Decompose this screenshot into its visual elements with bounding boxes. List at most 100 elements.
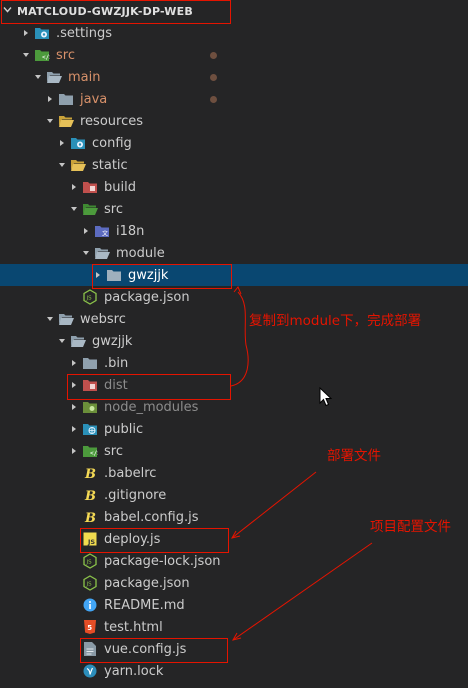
- tree-item-label: .gitignore: [104, 487, 167, 503]
- js-file-icon: JS: [82, 531, 98, 547]
- tree-item-settings[interactable]: .settings: [0, 22, 468, 44]
- tree-item-label: resources: [80, 113, 144, 129]
- chevron-down-icon[interactable]: [56, 330, 68, 352]
- deploy-file-annotation: 部署文件: [327, 448, 381, 464]
- chevron-down-icon[interactable]: [20, 44, 32, 66]
- git-modified-dot: [210, 51, 217, 59]
- chevron-right-icon[interactable]: [92, 264, 104, 286]
- tree-item-module[interactable]: module: [0, 242, 468, 264]
- tree-item-main[interactable]: main: [0, 66, 468, 88]
- chevron-right-icon[interactable]: [68, 396, 80, 418]
- chevron-down-icon[interactable]: [56, 154, 68, 176]
- chevron-right-icon[interactable]: [68, 374, 80, 396]
- folder-open-icon: [94, 245, 110, 261]
- tree-item-label: babel.config.js: [104, 509, 199, 525]
- chevron-down-icon[interactable]: [68, 198, 80, 220]
- babel-file-icon: B: [82, 509, 98, 525]
- chevron-down-icon: [3, 5, 12, 17]
- tree-item-java[interactable]: java: [0, 88, 468, 110]
- chevron-right-icon[interactable]: [80, 220, 92, 242]
- tree-item-label: .settings: [56, 25, 112, 41]
- info-file-icon: [82, 597, 98, 613]
- tree-item-vue-config[interactable]: vue.config.js: [0, 638, 468, 660]
- folder-icon: [58, 91, 74, 107]
- chevron-down-icon[interactable]: [80, 242, 92, 264]
- chevron-down-icon[interactable]: [44, 110, 56, 132]
- project-config-annotation: 项目配置文件: [370, 519, 451, 535]
- git-modified-dot: [210, 95, 217, 103]
- tree-item-label: yarn.lock: [104, 663, 164, 679]
- svg-text:文: 文: [102, 230, 108, 238]
- tree-item-label: static: [92, 157, 128, 173]
- chevron-right-icon[interactable]: [20, 22, 32, 44]
- copy-to-module-annotation: 复制到module下，完成部署: [249, 313, 422, 329]
- tree-item-label: .babelrc: [104, 465, 157, 481]
- src-folder-icon: </>: [34, 47, 50, 63]
- i18n-folder-icon: 文: [94, 223, 110, 239]
- folder-icon: [82, 355, 98, 371]
- chevron-right-icon[interactable]: [68, 440, 80, 462]
- svg-text:JS: JS: [87, 538, 95, 546]
- nodejs-file-icon: JS: [82, 289, 98, 305]
- tree-item-label: dist: [104, 377, 128, 393]
- tree-item-yarn-lock[interactable]: yarn.lock: [0, 660, 468, 682]
- babel-file-icon: B: [82, 487, 98, 503]
- chevron-right-icon[interactable]: [68, 418, 80, 440]
- tree-item-label: test.html: [104, 619, 163, 635]
- tree-item-package-json-web[interactable]: JS package.json: [0, 572, 468, 594]
- chevron-right-icon[interactable]: [56, 132, 68, 154]
- git-modified-dot: [210, 73, 217, 81]
- svg-text:B: B: [84, 467, 96, 481]
- tree-item-src-web[interactable]: </> src: [0, 440, 468, 462]
- tree-item-label: build: [104, 179, 136, 195]
- tree-item-package-lock-json[interactable]: JS package-lock.json: [0, 550, 468, 572]
- tree-item-label: package.json: [104, 575, 190, 591]
- tree-item-label: src: [104, 201, 123, 217]
- project-title: MATCLOUD-GWZJJK-DP-WEB: [17, 4, 193, 18]
- tree-item-label: src: [56, 47, 75, 63]
- svg-text:JS: JS: [86, 582, 93, 588]
- tree-item-label: i18n: [116, 223, 145, 239]
- nodejs-file-icon: JS: [82, 575, 98, 591]
- tree-item-package-json[interactable]: JS package.json: [0, 286, 468, 308]
- src-folder-icon: </>: [82, 443, 98, 459]
- tree-item-build[interactable]: build: [0, 176, 468, 198]
- explorer-project-header[interactable]: MATCLOUD-GWZJJK-DP-WEB: [0, 0, 468, 22]
- src-folder-icon: [82, 201, 98, 217]
- chevron-right-icon[interactable]: [68, 176, 80, 198]
- chevron-down-icon[interactable]: [32, 66, 44, 88]
- tree-item-i18n[interactable]: 文 i18n: [0, 220, 468, 242]
- svg-text:JS: JS: [86, 296, 93, 302]
- folder-open-icon: [46, 69, 62, 85]
- tree-item-label: module: [116, 245, 165, 261]
- folder-open-icon: [58, 113, 74, 129]
- tree-item-resources[interactable]: resources: [0, 110, 468, 132]
- config-file-icon: [82, 641, 98, 657]
- tree-item-label: public: [104, 421, 144, 437]
- tree-item-label: node_modules: [104, 399, 199, 415]
- settings-folder-icon: [34, 25, 50, 41]
- chevron-right-icon[interactable]: [68, 352, 80, 374]
- tree-item-src[interactable]: </> src: [0, 44, 468, 66]
- tree-item-config[interactable]: config: [0, 132, 468, 154]
- chevron-down-icon[interactable]: [44, 308, 56, 330]
- tree-item-src-static[interactable]: src: [0, 198, 468, 220]
- tree-item-gitignore[interactable]: B .gitignore: [0, 484, 468, 506]
- svg-text:</>: </>: [42, 54, 50, 61]
- tree-item-babelrc[interactable]: B .babelrc: [0, 462, 468, 484]
- tree-item-dist[interactable]: dist: [0, 374, 468, 396]
- tree-item-gwzjjk-module[interactable]: gwzjjk: [0, 264, 468, 286]
- tree-item-label: package.json: [104, 289, 190, 305]
- tree-item-bin[interactable]: .bin: [0, 352, 468, 374]
- chevron-right-icon[interactable]: [44, 88, 56, 110]
- tree-item-static[interactable]: static: [0, 154, 468, 176]
- tree-item-node-modules[interactable]: node_modules: [0, 396, 468, 418]
- tree-item-test-html[interactable]: 5 test.html: [0, 616, 468, 638]
- tree-item-gwzjjk[interactable]: gwzjjk: [0, 330, 468, 352]
- file-tree: .settings </> src main java resources co…: [0, 22, 468, 682]
- tree-item-readme[interactable]: README.md: [0, 594, 468, 616]
- svg-text:JS: JS: [86, 560, 93, 566]
- tree-item-public[interactable]: public: [0, 418, 468, 440]
- tree-item-label: gwzjjk: [128, 267, 169, 283]
- build-folder-icon: [82, 179, 98, 195]
